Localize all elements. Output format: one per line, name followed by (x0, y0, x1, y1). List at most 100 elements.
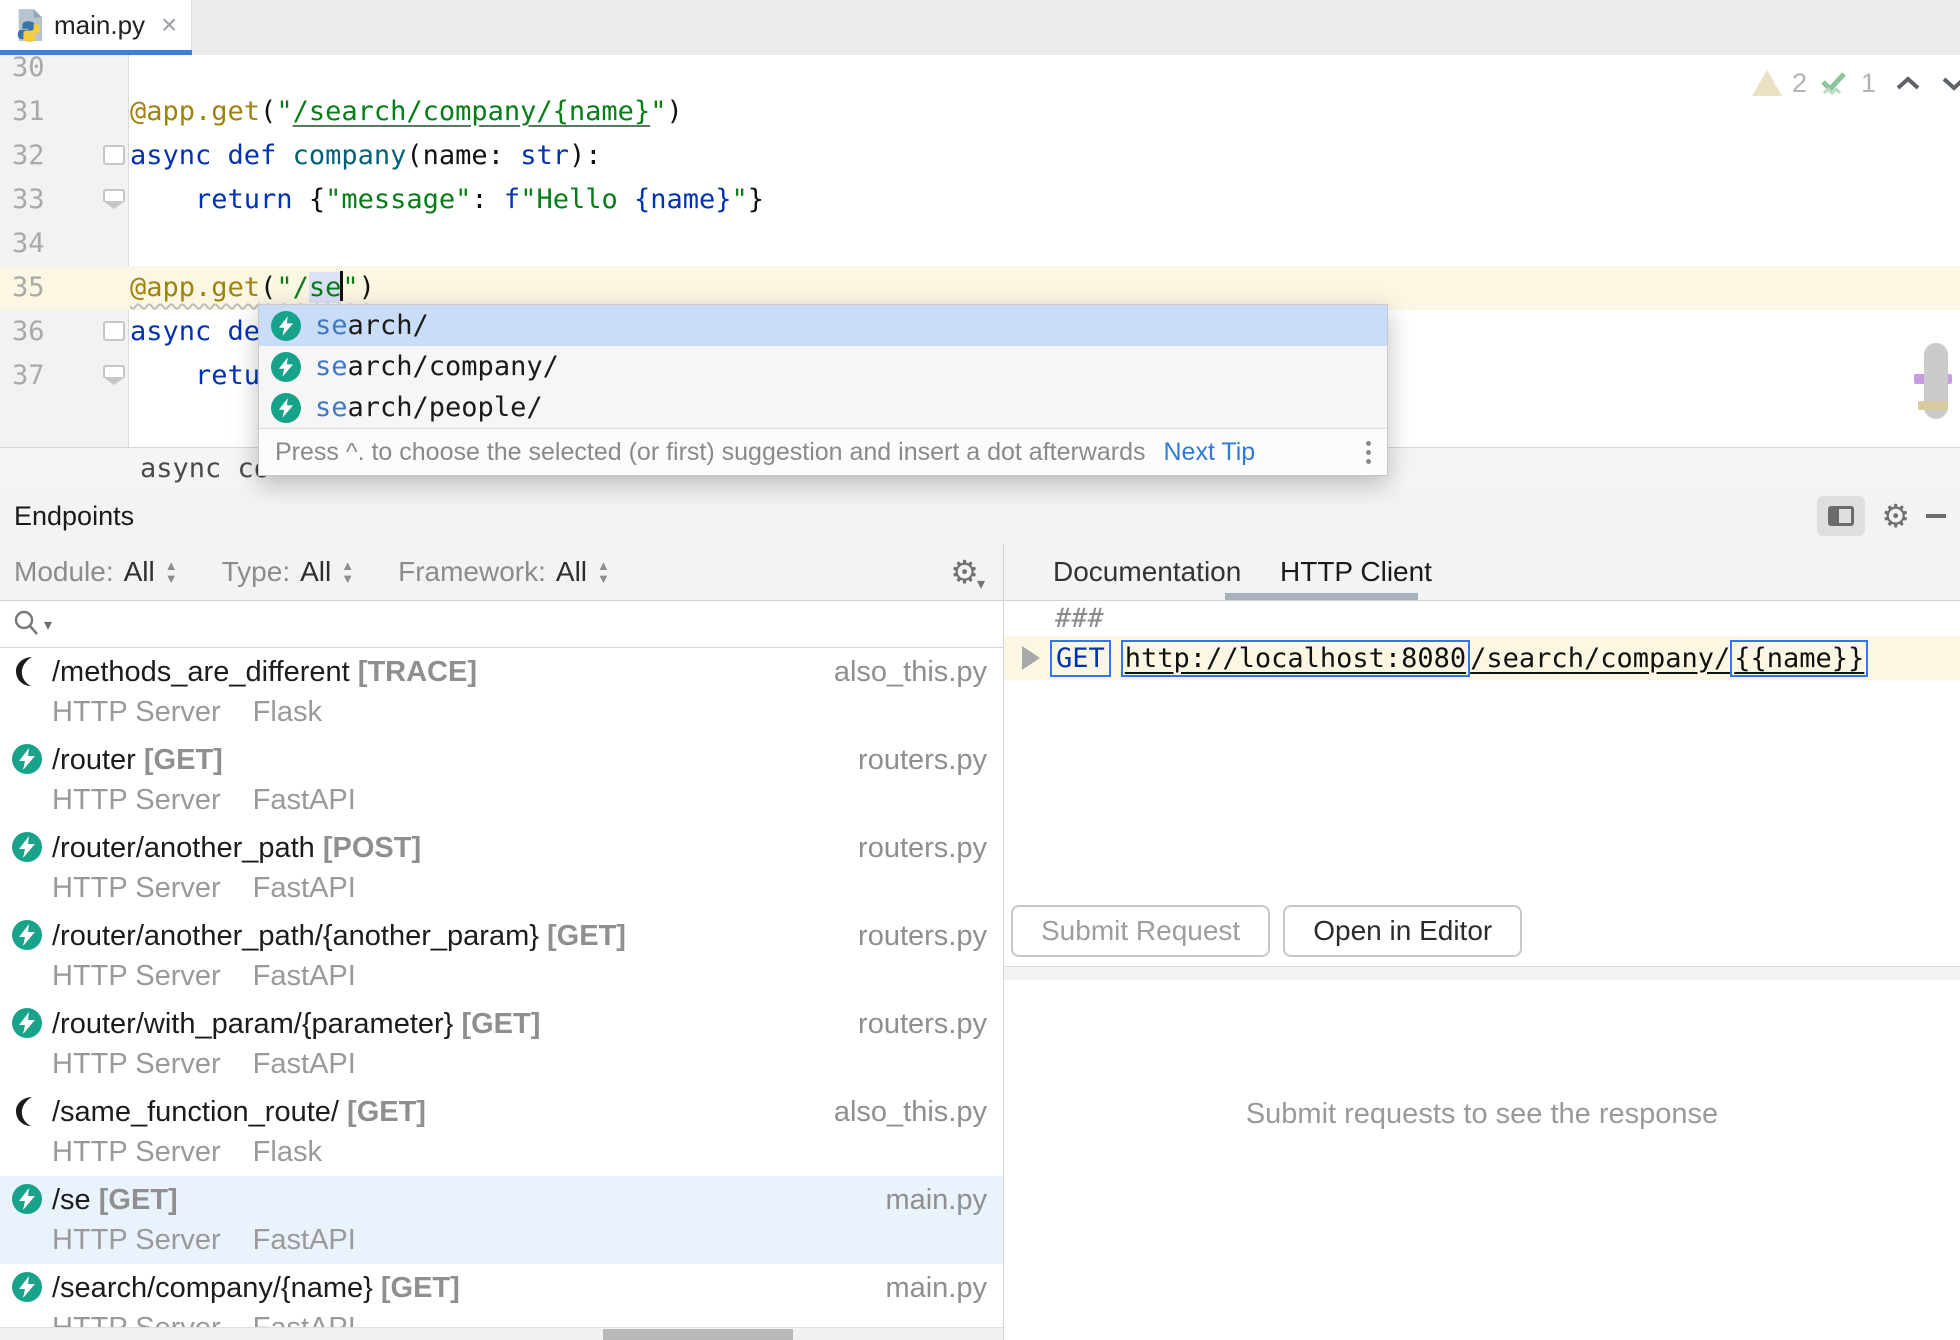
submit-request-button[interactable]: Submit Request (1011, 905, 1270, 957)
code-line[interactable]: 31@app.get("/search/company/{name}") (0, 90, 1960, 134)
endpoints-list: /methods_are_different [TRACE] also_this… (0, 648, 1003, 1327)
endpoint-completion-icon (271, 393, 301, 423)
code-token: ( (406, 140, 422, 171)
endpoint-file: routers.py (858, 1008, 987, 1041)
chevron-up-icon[interactable] (1894, 74, 1922, 92)
endpoint-method: [GET] (347, 1096, 426, 1128)
endpoint-subtitle: HTTP ServerFlask (52, 1136, 322, 1169)
detail-tabs: Documentation HTTP Client (1004, 543, 1960, 601)
endpoint-file: routers.py (858, 744, 987, 777)
code-token: " (276, 96, 292, 127)
fastapi-endpoint-icon (12, 832, 42, 862)
request-variable[interactable]: {{name}} (1730, 640, 1868, 677)
fold-marker-icon[interactable] (103, 321, 125, 341)
endpoint-list-item[interactable]: /router/another_path [POST] routers.py H… (0, 824, 1003, 912)
code-token: de (228, 316, 261, 347)
filter-label: Module: (14, 556, 114, 588)
fastapi-endpoint-icon (12, 920, 42, 950)
code-line[interactable]: 34 (0, 222, 1960, 266)
inspection-widget[interactable]: 2 1 (1752, 66, 1960, 100)
completion-rest: arch/ (348, 310, 429, 341)
panel-layout-icon (1828, 506, 1854, 526)
code-line[interactable]: 32async def company(name: str): (0, 134, 1960, 178)
request-host[interactable]: http://localhost:8080 (1121, 640, 1470, 677)
line-number: 32 (12, 134, 72, 178)
filter-group[interactable]: Type: All ▲▼ (222, 556, 354, 588)
request-separator[interactable]: ### (1055, 601, 1104, 636)
flask-endpoint-icon (12, 1096, 38, 1128)
code-token: @app.get (130, 96, 260, 127)
endpoint-subtitle: HTTP ServerFastAPI (52, 960, 356, 993)
endpoint-method: [GET] (99, 1184, 178, 1216)
code-token: return (195, 184, 293, 215)
endpoint-list-item[interactable]: /methods_are_different [TRACE] also_this… (0, 648, 1003, 736)
toolwindow-title: Endpoints (14, 489, 134, 543)
filter-gear-button[interactable]: ⚙ ▾ (950, 552, 985, 592)
http-request-line[interactable]: GET http://localhost:8080 /search/compan… (1004, 636, 1960, 680)
endpoint-list-item[interactable]: /router/another_path/{another_param} [GE… (0, 912, 1003, 1000)
fold-marker-icon[interactable] (103, 189, 125, 201)
endpoints-search-field[interactable]: ▾ (0, 601, 1003, 648)
completion-item[interactable]: search/company/ (259, 346, 1387, 387)
code-token: " (276, 272, 292, 303)
endpoint-subtitle: HTTP ServerFastAPI (52, 1312, 356, 1327)
line-number: 35 (12, 266, 72, 310)
code-token: retu (195, 360, 260, 391)
endpoint-path: /router/another_path/{another_param} [GE… (52, 920, 626, 953)
code-line[interactable]: 30 (0, 55, 1960, 90)
code-token: async (130, 140, 211, 171)
fold-marker-icon[interactable] (103, 145, 125, 165)
code-token: : (471, 184, 504, 215)
code-line[interactable]: 33 return {"message": f"Hello {name}"} (0, 178, 1960, 222)
filter-group[interactable]: Framework: All ▲▼ (398, 556, 610, 588)
endpoint-list-item[interactable]: /router [GET] routers.py HTTP ServerFast… (0, 736, 1003, 824)
endpoints-hscrollbar-thumb[interactable] (603, 1329, 793, 1340)
fastapi-endpoint-icon (12, 1008, 42, 1038)
code-token: " (650, 96, 666, 127)
kebab-menu-icon[interactable] (1366, 441, 1371, 464)
tab-documentation[interactable]: Documentation (1053, 543, 1241, 600)
warning-count: 2 (1792, 68, 1807, 99)
code-token (211, 140, 227, 171)
gear-icon[interactable]: ⚙ (1881, 496, 1910, 536)
search-caret-icon: ▾ (44, 615, 52, 635)
request-path[interactable]: /search/company/ (1470, 643, 1730, 674)
filter-group[interactable]: Module: All ▲▼ (14, 556, 178, 588)
completion-item[interactable]: search/people/ (259, 387, 1387, 428)
filter-value: All (300, 556, 331, 588)
endpoint-subtitle: HTTP ServerFastAPI (52, 872, 356, 905)
fastapi-endpoint-icon (12, 744, 42, 774)
endpoint-method: [TRACE] (358, 656, 477, 688)
endpoints-hscrollbar-track (0, 1327, 1003, 1340)
tab-http-client[interactable]: HTTP Client (1280, 543, 1432, 600)
code-token: se (309, 272, 342, 303)
filter-label: Type: (222, 556, 290, 588)
line-number: 30 (12, 55, 72, 90)
layout-toggle-button[interactable] (1817, 496, 1865, 536)
ide-window: main.py × 3031@app.get("/search/company/… (0, 0, 1960, 1340)
endpoint-list-item[interactable]: /search/company/{name} [GET] main.py HTT… (0, 1264, 1003, 1327)
code-token: ) (666, 96, 682, 127)
scrollbar-mark-warning (1918, 401, 1948, 410)
tab-close-icon[interactable]: × (161, 11, 177, 39)
request-method[interactable]: GET (1050, 640, 1111, 677)
completion-match-prefix: se (315, 392, 348, 423)
code-token: name (423, 140, 488, 171)
python-file-icon (14, 8, 44, 42)
check-icon (1817, 66, 1851, 100)
next-tip-link[interactable]: Next Tip (1164, 438, 1256, 467)
fold-marker-icon[interactable] (103, 365, 125, 377)
minimize-icon[interactable] (1926, 514, 1946, 518)
endpoint-path: /router [GET] (52, 744, 223, 777)
run-request-icon[interactable] (1022, 646, 1040, 670)
tab-main-py[interactable]: main.py × (0, 0, 192, 50)
filter-value: All (124, 556, 155, 588)
completion-item[interactable]: search/ (259, 305, 1387, 346)
endpoint-list-item[interactable]: /se [GET] main.py HTTP ServerFastAPI (0, 1176, 1003, 1264)
endpoints-filterbar: Module: All ▲▼ Type: All ▲▼ Framework: A… (0, 543, 1003, 601)
endpoint-list-item[interactable]: /router/with_param/{parameter} [GET] rou… (0, 1000, 1003, 1088)
open-in-editor-button[interactable]: Open in Editor (1283, 905, 1522, 957)
chevron-down-icon[interactable] (1940, 74, 1960, 92)
code-token: f (504, 184, 520, 215)
endpoint-list-item[interactable]: /same_function_route/ [GET] also_this.py… (0, 1088, 1003, 1176)
